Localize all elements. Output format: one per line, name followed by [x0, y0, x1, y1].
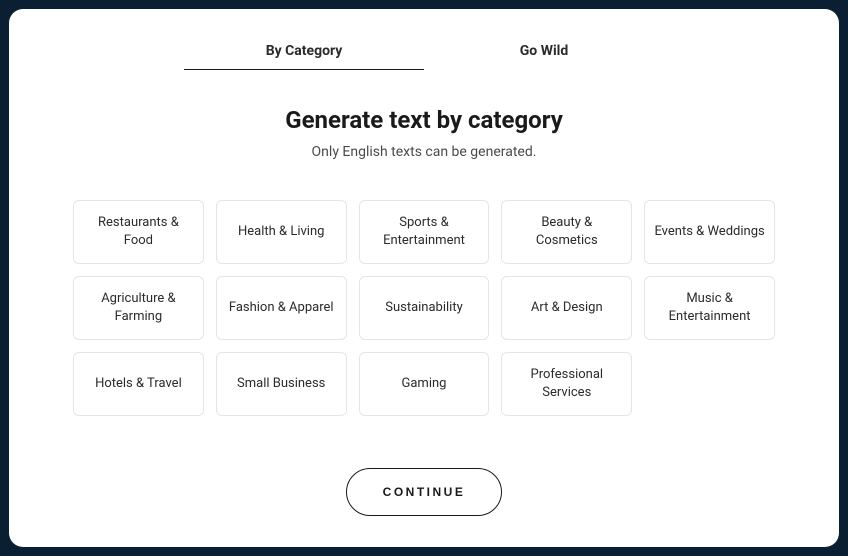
card: By Category Go Wild Generate text by cat… — [9, 9, 839, 547]
category-chip[interactable]: Hotels & Travel — [73, 352, 204, 416]
footer: CONTINUE — [37, 468, 811, 516]
category-chip[interactable]: Restaurants & Food — [73, 200, 204, 264]
category-chip[interactable]: Sports & Entertainment — [359, 200, 490, 264]
category-chip[interactable]: Events & Weddings — [644, 200, 775, 264]
category-chip[interactable]: Agriculture & Farming — [73, 276, 204, 340]
tab-go-wild[interactable]: Go Wild — [424, 33, 664, 70]
header: Generate text by category Only English t… — [37, 106, 811, 160]
category-chip[interactable]: Beauty & Cosmetics — [501, 200, 632, 264]
category-grid: Restaurants & Food Health & Living Sport… — [37, 200, 811, 416]
continue-button[interactable]: CONTINUE — [346, 468, 503, 516]
category-chip[interactable]: Music & Entertainment — [644, 276, 775, 340]
category-chip[interactable]: Health & Living — [216, 200, 347, 264]
category-chip[interactable]: Fashion & Apparel — [216, 276, 347, 340]
page-subtitle: Only English texts can be generated. — [37, 144, 811, 160]
tab-by-category[interactable]: By Category — [184, 33, 424, 70]
category-chip[interactable]: Sustainability — [359, 276, 490, 340]
category-chip[interactable]: Small Business — [216, 352, 347, 416]
page-title: Generate text by category — [37, 106, 811, 134]
category-chip[interactable]: Gaming — [359, 352, 490, 416]
tabs: By Category Go Wild — [37, 33, 811, 70]
category-chip[interactable]: Professional Services — [501, 352, 632, 416]
category-chip[interactable]: Art & Design — [501, 276, 632, 340]
